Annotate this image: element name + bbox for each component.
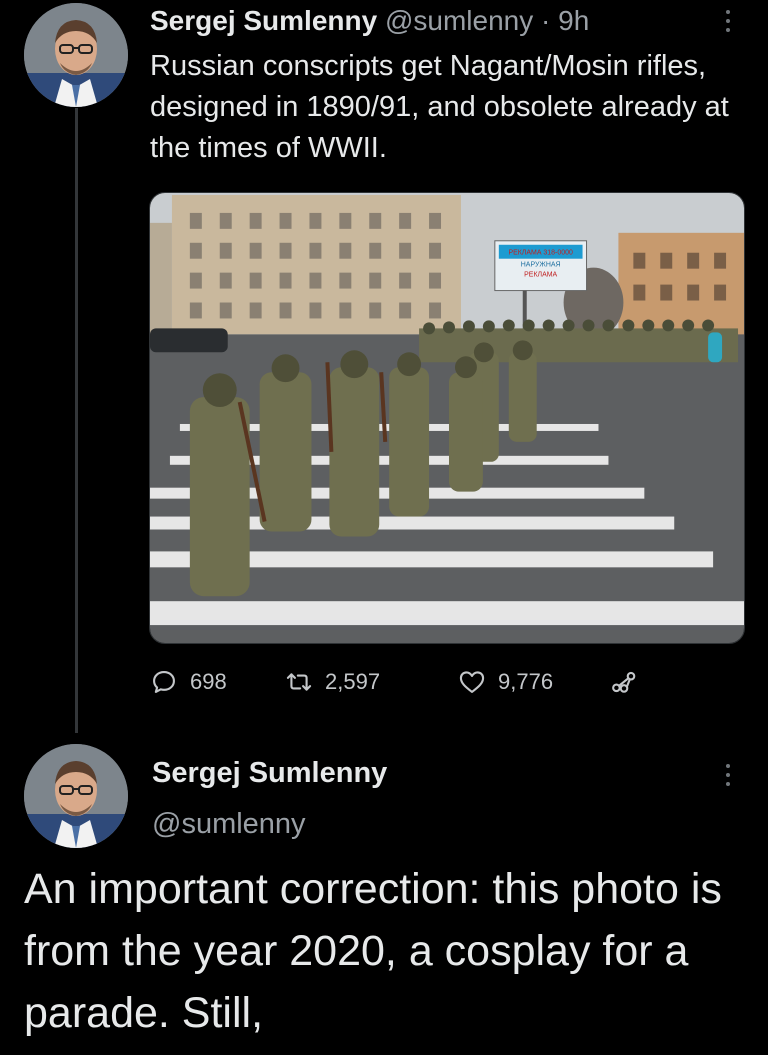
- like-button[interactable]: 9,776: [458, 662, 553, 702]
- thread-connector-line: [75, 108, 78, 733]
- reply-more-options-icon[interactable]: [718, 760, 738, 790]
- billboard-line-3: РЕКЛАМА: [524, 272, 557, 279]
- reply-avatar[interactable]: [24, 744, 128, 848]
- retweet-count: 2,597: [325, 669, 381, 694]
- retweet-icon: [286, 673, 312, 691]
- reply-author-name[interactable]: Sergej Sumlenny: [152, 755, 387, 791]
- tweet-timestamp[interactable]: 9h: [558, 5, 589, 36]
- share-button[interactable]: [610, 662, 638, 702]
- reply-button[interactable]: 698: [150, 662, 227, 702]
- billboard-line-2: НАРУЖНАЯ: [521, 262, 561, 269]
- reply-icon: [153, 671, 175, 693]
- avatar[interactable]: [24, 3, 128, 107]
- author-handle[interactable]: @sumlenny: [385, 5, 533, 36]
- share-icon: [612, 671, 636, 693]
- avatar-photo: [24, 3, 128, 107]
- author-name[interactable]: Sergej Sumlenny: [150, 5, 377, 36]
- tweet-text: Russian conscripts get Nagant/Mosin rifl…: [150, 50, 729, 164]
- reply-text: An important correction: this photo is f…: [24, 865, 722, 1037]
- tweet-photo[interactable]: РЕКЛАМА 318-0000 НАРУЖНАЯ РЕКЛАМА: [149, 192, 745, 644]
- tweet-header: Sergej Sumlenny @sumlenny · 9h: [150, 4, 589, 38]
- like-count: 9,776: [498, 669, 554, 694]
- reply-count: 698: [190, 669, 227, 694]
- more-options-icon[interactable]: [718, 6, 738, 36]
- separator-dot: ·: [541, 5, 551, 36]
- photo-soldiers-crosswalk: РЕКЛАМА 318-0000 НАРУЖНАЯ РЕКЛАМА: [150, 193, 744, 643]
- retweet-button[interactable]: 2,597: [285, 662, 380, 702]
- billboard-line-1: РЕКЛАМА 318-0000: [508, 250, 573, 257]
- heart-icon: [459, 671, 485, 693]
- avatar-photo: [24, 744, 128, 848]
- reply-author-handle[interactable]: @sumlenny: [152, 806, 306, 842]
